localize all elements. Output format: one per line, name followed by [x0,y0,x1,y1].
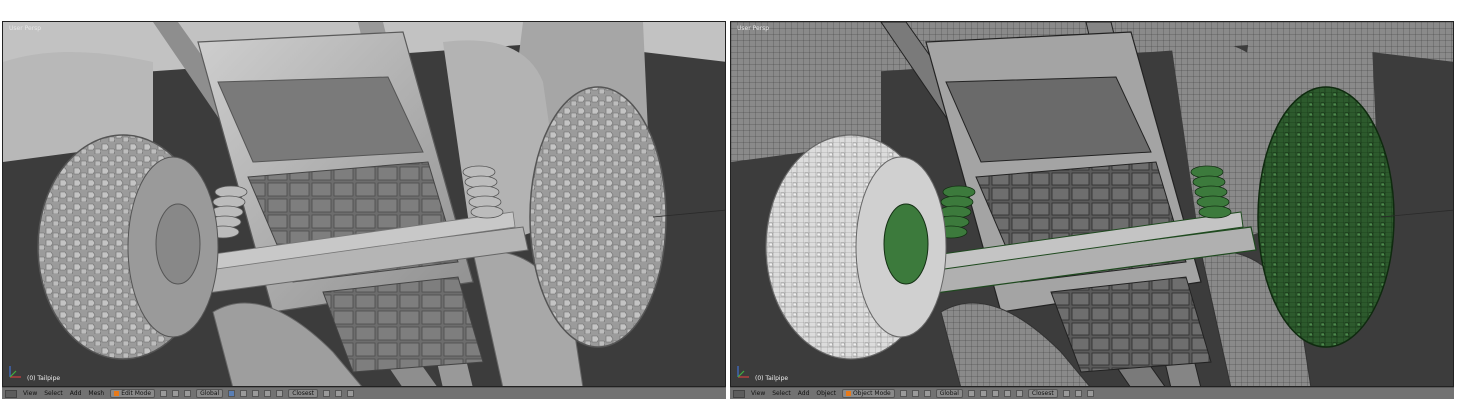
proportional-falloff-selector[interactable]: Closest [1027,389,1058,398]
snap-icon[interactable] [323,390,331,397]
active-object-label: (0) Tailpipe [755,375,789,382]
manipulator-icon[interactable] [923,390,931,397]
axis-gizmo-icon [737,366,749,378]
vertex-select-icon[interactable] [228,390,236,397]
mode-selector[interactable]: Edit Mode [110,389,156,398]
mode-label: Edit Mode [121,390,152,397]
menu-select[interactable]: Select [771,390,792,397]
viewport-header-right: View Select Add Object Object Mode Globa… [730,387,1454,399]
layer-icon[interactable] [991,390,999,397]
proportional-icon[interactable] [1015,390,1023,397]
mode-selector[interactable]: Object Mode [841,389,895,398]
menu-mesh[interactable]: Mesh [87,390,105,397]
manipulator-icon[interactable] [184,390,192,397]
editor-type-icon[interactable] [733,389,745,398]
orientation-selector[interactable]: Global [196,389,224,398]
axis-gizmo-icon [9,366,21,378]
mode-label: Object Mode [852,390,891,397]
active-object-label: (0) Tailpipe [27,375,61,382]
layer-icon[interactable] [979,390,987,397]
viewport-header-left: View Select Add Mesh Edit Mode Global Cl… [2,387,726,399]
mode-icon [845,391,851,396]
layer-icon[interactable] [967,390,975,397]
menu-select[interactable]: Select [43,390,64,397]
viewport-label: User Persp [737,25,770,32]
menu-view[interactable]: View [750,390,766,397]
orientation-selector[interactable]: Global [935,389,963,398]
pivot-icon[interactable] [172,390,180,397]
occlude-icon[interactable] [264,390,272,397]
proportional-icon[interactable] [276,390,284,397]
menu-object[interactable]: Object [815,390,837,397]
menu-add[interactable]: Add [797,390,811,397]
edge-select-icon[interactable] [240,390,248,397]
viewport-shading-icon[interactable] [160,390,168,397]
viewport-right[interactable]: User Persp (0) Tailpipe [730,21,1454,387]
proportional-falloff-selector[interactable]: Closest [288,389,319,398]
menu-view[interactable]: View [22,390,38,397]
menu-add[interactable]: Add [69,390,83,397]
viewport-left[interactable]: User Persp (0) Tailpipe [2,21,726,387]
layer-icon[interactable] [1003,390,1011,397]
snap-target-icon[interactable] [335,390,343,397]
viewport-label: User Persp [9,25,42,32]
snap-icon[interactable] [1062,390,1070,397]
scene-wireframe [731,22,1453,386]
scene-solid [3,22,725,386]
render-icon[interactable] [347,390,355,397]
mode-icon [114,391,120,396]
render-icon[interactable] [1086,390,1094,397]
pivot-icon[interactable] [911,390,919,397]
editor-type-icon[interactable] [5,389,17,398]
snap-target-icon[interactable] [1074,390,1082,397]
viewport-shading-icon[interactable] [899,390,907,397]
face-select-icon[interactable] [252,390,260,397]
